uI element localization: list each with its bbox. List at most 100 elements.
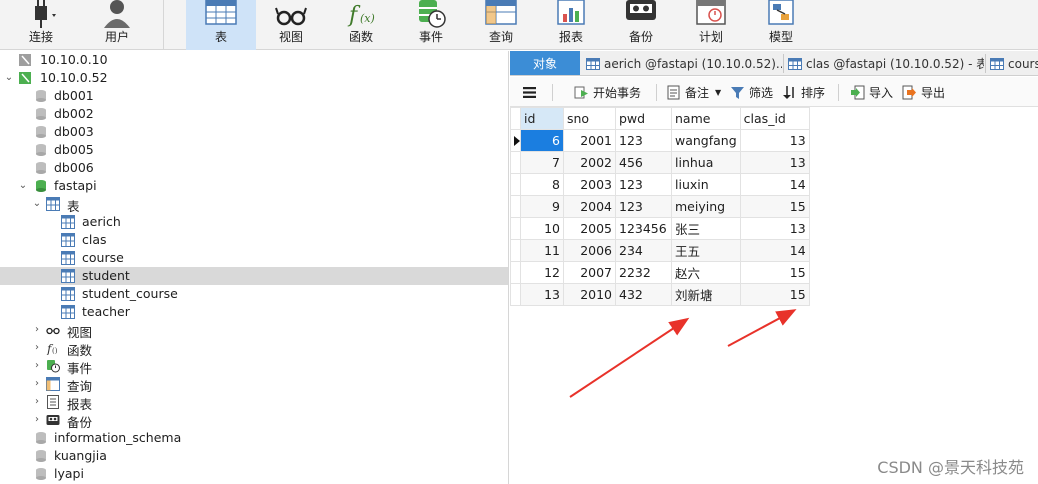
cell-clas-id[interactable]: 14: [739, 173, 810, 196]
tree-db-fastapi[interactable]: ⌄ fastapi: [0, 177, 508, 195]
cell-pwd[interactable]: 123: [615, 195, 672, 218]
cell-id[interactable]: 9: [520, 195, 564, 218]
table-row[interactable]: 9 2004 123 meiying 15: [510, 195, 810, 218]
chevron-right-icon[interactable]: ›: [32, 325, 42, 335]
menu-button[interactable]: [522, 84, 541, 100]
backup-button[interactable]: 备份: [606, 0, 676, 50]
column-header-sno[interactable]: sno: [563, 107, 616, 130]
cell-sno[interactable]: 2005: [563, 217, 616, 240]
cell-name[interactable]: liuxin: [671, 173, 741, 196]
tree-backups-group[interactable]: › 备份: [0, 411, 508, 431]
column-header-pwd[interactable]: pwd: [615, 107, 672, 130]
cell-pwd[interactable]: 123: [615, 173, 672, 196]
tree-table-course[interactable]: course: [0, 249, 508, 267]
tree-table-clas[interactable]: clas: [0, 231, 508, 249]
tree-reports-group[interactable]: › 报表: [0, 393, 508, 412]
tree-queries-group[interactable]: › 查询: [0, 375, 508, 394]
cell-id[interactable]: 10: [520, 217, 564, 240]
cell-sno[interactable]: 2007: [563, 261, 616, 284]
cell-sno[interactable]: 2001: [563, 129, 616, 152]
user-button[interactable]: 用户: [82, 0, 152, 50]
table-row[interactable]: 11 2006 234 王五 14: [510, 239, 810, 262]
cell-pwd[interactable]: 234: [615, 239, 672, 262]
cell-clas-id[interactable]: 15: [739, 261, 810, 284]
cell-name[interactable]: wangfang: [671, 129, 741, 152]
chevron-down-icon[interactable]: ⌄: [18, 181, 28, 191]
cell-clas-id[interactable]: 13: [739, 217, 810, 240]
connect-button[interactable]: 连接: [6, 0, 76, 50]
table-row[interactable]: 10 2005 123456 张三 13: [510, 217, 810, 240]
tree-tables-group[interactable]: ⌄ 表: [0, 195, 508, 214]
sort-button[interactable]: 排序: [782, 84, 825, 100]
table-row[interactable]: 6 2001 123 wangfang 13: [510, 129, 810, 152]
cell-name[interactable]: 赵六: [671, 261, 741, 284]
cell-id[interactable]: 8: [520, 173, 564, 196]
cell-name[interactable]: linhua: [671, 151, 741, 174]
chevron-right-icon[interactable]: ›: [32, 415, 42, 425]
table-row[interactable]: 8 2003 123 liuxin 14: [510, 173, 810, 196]
cell-id[interactable]: 11: [520, 239, 564, 262]
cell-id[interactable]: 12: [520, 261, 564, 284]
cell-sno[interactable]: 2003: [563, 173, 616, 196]
column-header-id[interactable]: id: [520, 107, 564, 130]
cell-clas-id[interactable]: 13: [739, 151, 810, 174]
chevron-right-icon[interactable]: ›: [32, 397, 42, 407]
functions-button[interactable]: f (x) 函数: [326, 0, 396, 50]
tree-db[interactable]: db006: [0, 159, 508, 177]
tree-connection-10-10-0-52[interactable]: ⌄ 10.10.0.52: [0, 69, 508, 87]
cell-sno[interactable]: 2006: [563, 239, 616, 262]
tables-button[interactable]: 表: [186, 0, 256, 50]
cell-sno[interactable]: 2002: [563, 151, 616, 174]
tab-course[interactable]: course: [986, 51, 1038, 75]
cell-pwd[interactable]: 456: [615, 151, 672, 174]
filter-button[interactable]: 筛选: [730, 84, 773, 100]
tree-table-teacher[interactable]: teacher: [0, 303, 508, 321]
tree-table-aerich[interactable]: aerich: [0, 213, 508, 231]
chevron-right-icon[interactable]: ›: [32, 379, 42, 389]
tree-table-student-course[interactable]: student_course: [0, 285, 508, 303]
cell-name[interactable]: 王五: [671, 239, 741, 262]
chevron-right-icon[interactable]: ›: [32, 343, 42, 353]
tab-objects[interactable]: 对象: [510, 51, 580, 75]
cell-name[interactable]: 张三: [671, 217, 741, 240]
tree-db[interactable]: db002: [0, 105, 508, 123]
cell-id[interactable]: 7: [520, 151, 564, 174]
tree-views-group[interactable]: › 视图: [0, 321, 508, 341]
cell-sno[interactable]: 2010: [563, 283, 616, 306]
cell-name[interactable]: 刘新塘: [671, 283, 741, 306]
table-row[interactable]: 12 2007 2232 赵六 15: [510, 261, 810, 284]
tree-db[interactable]: db001: [0, 87, 508, 105]
tree-db[interactable]: lyapi: [0, 465, 508, 483]
cell-name[interactable]: meiying: [671, 195, 741, 218]
tree-db[interactable]: information_schema: [0, 429, 508, 447]
tree-table-student[interactable]: student: [0, 267, 508, 285]
cell-clas-id[interactable]: 15: [739, 283, 810, 306]
cell-clas-id[interactable]: 14: [739, 239, 810, 262]
query-button[interactable]: 查询: [466, 0, 536, 50]
tree-db[interactable]: kuangjia: [0, 447, 508, 465]
cell-pwd[interactable]: 123456: [615, 217, 672, 240]
tree-db[interactable]: db003: [0, 123, 508, 141]
reports-button[interactable]: 报表: [536, 0, 606, 50]
cell-clas-id[interactable]: 15: [739, 195, 810, 218]
cell-id[interactable]: 6: [520, 129, 564, 152]
export-button[interactable]: 导出: [902, 84, 945, 100]
note-button[interactable]: 备注 ▼: [666, 84, 721, 100]
table-row[interactable]: 13 2010 432 刘新塘 15: [510, 283, 810, 306]
events-button[interactable]: 事件: [396, 0, 466, 50]
chevron-down-icon[interactable]: ⌄: [32, 199, 42, 209]
tree-connection-10-10-0-10[interactable]: 10.10.0.10: [0, 51, 508, 69]
views-button[interactable]: 视图: [256, 0, 326, 50]
begin-transaction-button[interactable]: 开始事务: [574, 84, 641, 100]
model-button[interactable]: 模型: [746, 0, 816, 50]
cell-pwd[interactable]: 123: [615, 129, 672, 152]
column-header-name[interactable]: name: [671, 107, 741, 130]
schedule-button[interactable]: 计划: [676, 0, 746, 50]
cell-pwd[interactable]: 2232: [615, 261, 672, 284]
column-header-clas-id[interactable]: clas_id: [739, 107, 810, 130]
tab-aerich[interactable]: aerich @fastapi (10.10.0.52)...: [582, 51, 782, 75]
cell-id[interactable]: 13: [520, 283, 564, 306]
chevron-down-icon[interactable]: ⌄: [4, 73, 14, 83]
cell-clas-id[interactable]: 13: [739, 129, 810, 152]
chevron-right-icon[interactable]: ›: [32, 361, 42, 371]
